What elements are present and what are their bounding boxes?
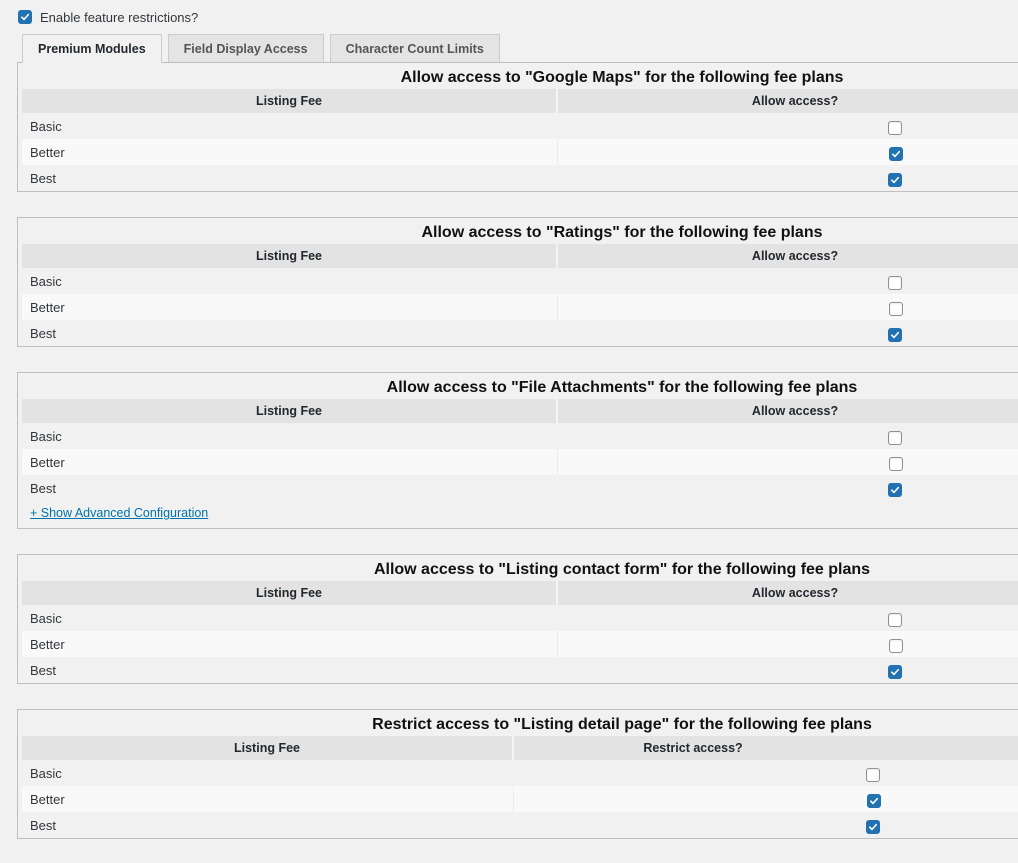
fee-plan-table: Listing Fee Allow access? Basic Better B… <box>22 399 1018 501</box>
access-checkbox[interactable] <box>888 664 902 679</box>
panel-title: Allow access to "Google Maps" for the fo… <box>400 69 844 86</box>
fee-plan-table: Listing Fee Allow access? Basic Better B… <box>22 244 1018 346</box>
access-checkbox[interactable] <box>888 612 902 627</box>
checkmark-icon <box>891 150 900 157</box>
access-checkbox[interactable] <box>888 638 903 653</box>
access-checkbox[interactable] <box>888 456 903 471</box>
fee-plan-label: Better <box>22 294 558 320</box>
show-advanced-configuration-link[interactable]: + Show Advanced Configuration <box>30 506 1018 528</box>
fee-plan-table: Listing Fee Allow access? Basic Better B… <box>22 581 1018 683</box>
fee-plan-label: Best <box>22 657 557 683</box>
restrict-checkbox[interactable] <box>866 767 880 782</box>
checkmark-icon <box>891 331 900 338</box>
table-row: Best <box>22 165 1018 191</box>
panel-file-attachments: Allow access to "File Attachments" for t… <box>17 372 1018 529</box>
fee-plan-label: Basic <box>22 423 557 449</box>
fee-plan-label: Better <box>22 786 514 812</box>
table-row: Better <box>22 139 1018 165</box>
checkmark-icon <box>891 668 900 675</box>
access-checkbox[interactable] <box>888 301 903 316</box>
panel-title: Allow access to "Listing contact form" f… <box>373 561 871 578</box>
fee-plan-label: Basic <box>22 113 557 139</box>
table-row: Better <box>22 631 1018 657</box>
checkmark-icon <box>869 797 878 804</box>
column-header-access: Allow access? <box>557 399 1018 423</box>
enable-restrictions-option: Enable feature restrictions? <box>18 9 198 25</box>
table-row: Best <box>22 657 1018 683</box>
fee-plan-label: Better <box>22 449 558 475</box>
panel-listing-detail-page: Restrict access to "Listing detail page"… <box>17 709 1018 839</box>
tab-bar: Premium Modules Field Display Access Cha… <box>22 34 500 63</box>
access-checkbox[interactable] <box>888 172 902 187</box>
fee-plan-label: Basic <box>22 605 557 631</box>
table-row: Basic <box>22 605 1018 631</box>
restrict-checkbox[interactable] <box>866 819 880 834</box>
checkmark-icon <box>891 486 900 493</box>
fee-plan-table: Listing Fee Allow access? Basic Better B… <box>22 89 1018 191</box>
access-checkbox[interactable] <box>888 482 902 497</box>
fee-plan-table: Listing Fee Restrict access? Basic Bette… <box>22 736 1018 838</box>
column-header-restrict: Restrict access? <box>513 736 1018 760</box>
table-row: Better <box>22 449 1018 475</box>
restrict-checkbox[interactable] <box>866 793 881 808</box>
access-checkbox[interactable] <box>888 146 903 161</box>
access-checkbox[interactable] <box>888 120 902 135</box>
checkmark-icon <box>891 176 900 183</box>
fee-plan-label: Best <box>22 320 557 346</box>
table-row: Basic <box>22 268 1018 294</box>
fee-plan-label: Best <box>22 165 557 191</box>
fee-plan-label: Basic <box>22 760 513 786</box>
tab-character-count-limits[interactable]: Character Count Limits <box>329 34 500 62</box>
column-header-listing-fee: Listing Fee <box>22 736 514 760</box>
table-row: Basic <box>22 113 1018 139</box>
enable-restrictions-checkbox[interactable] <box>18 10 32 24</box>
panel-title: Allow access to "File Attachments" for t… <box>386 379 858 396</box>
panel-title: Restrict access to "Listing detail page"… <box>372 716 872 733</box>
table-row: Best <box>22 475 1018 501</box>
table-row: Better <box>22 294 1018 320</box>
access-checkbox[interactable] <box>888 327 902 342</box>
checkmark-icon <box>21 13 30 21</box>
panel-ratings: Allow access to "Ratings" for the follow… <box>17 217 1018 347</box>
fee-plan-label: Best <box>22 475 557 501</box>
enable-restrictions-label: Enable feature restrictions? <box>40 9 199 25</box>
fee-plan-label: Better <box>22 139 558 165</box>
column-header-listing-fee: Listing Fee <box>22 244 558 268</box>
panel-listing-contact-form: Allow access to "Listing contact form" f… <box>17 554 1018 684</box>
panel-google-maps: Allow access to "Google Maps" for the fo… <box>17 62 1018 192</box>
fee-plan-label: Basic <box>22 268 557 294</box>
column-header-listing-fee: Listing Fee <box>22 89 558 113</box>
panel-title: Allow access to "Ratings" for the follow… <box>421 224 823 241</box>
table-row: Best <box>22 812 1018 838</box>
column-header-access: Allow access? <box>557 244 1018 268</box>
column-header-access: Allow access? <box>557 89 1018 113</box>
access-checkbox[interactable] <box>888 430 902 445</box>
table-row: Basic <box>22 760 1018 786</box>
fee-plan-label: Better <box>22 631 558 657</box>
table-row: Basic <box>22 423 1018 449</box>
table-row: Best <box>22 320 1018 346</box>
column-header-access: Allow access? <box>557 581 1018 605</box>
tab-premium-modules[interactable]: Premium Modules <box>22 34 162 63</box>
access-checkbox[interactable] <box>888 275 902 290</box>
fee-plan-label: Best <box>22 812 513 838</box>
tab-field-display-access[interactable]: Field Display Access <box>167 34 324 62</box>
checkmark-icon <box>869 823 878 830</box>
column-header-listing-fee: Listing Fee <box>22 581 558 605</box>
table-row: Better <box>22 786 1018 812</box>
column-header-listing-fee: Listing Fee <box>22 399 558 423</box>
